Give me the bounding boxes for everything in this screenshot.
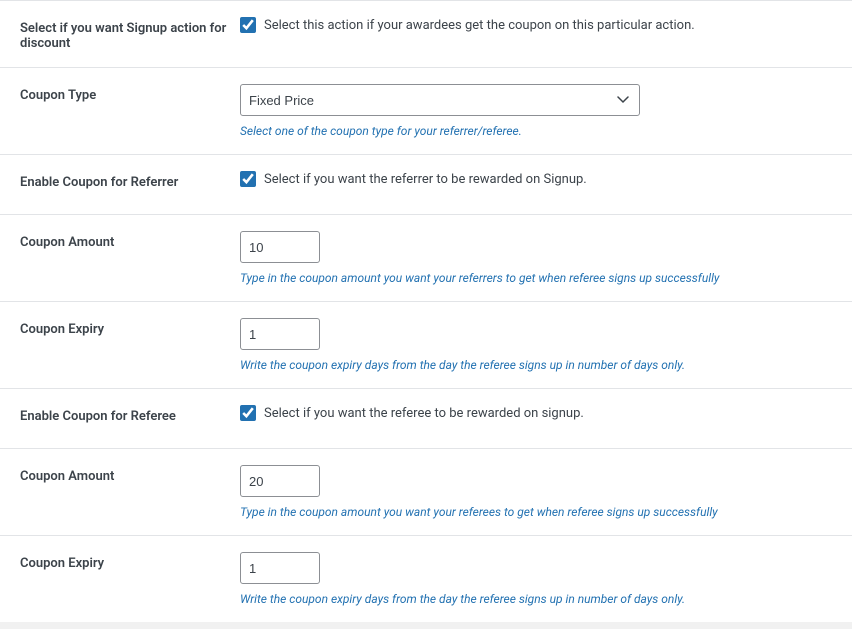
hint-coupon-amount-referee: Type in the coupon amount you want your … (240, 505, 832, 519)
checkbox-enable-coupon-referrer[interactable] (240, 171, 256, 187)
settings-row-coupon-expiry-referrer: Coupon Expiry Write the coupon expiry day… (0, 302, 852, 389)
settings-table: Select if you want Signup action for dis… (0, 0, 852, 622)
input-coupon-expiry-referee[interactable] (240, 552, 320, 584)
hint-coupon-amount-referrer: Type in the coupon amount you want your … (240, 271, 832, 285)
label-coupon-amount-referee: Coupon Amount (20, 465, 240, 484)
label-enable-coupon-referrer: Enable Coupon for Referrer (20, 171, 240, 190)
control-col-enable-coupon-referrer: Select if you want the referrer to be re… (240, 171, 832, 187)
label-coupon-expiry-referrer: Coupon Expiry (20, 318, 240, 337)
settings-row-enable-coupon-referee: Enable Coupon for Referee Select if you w… (0, 389, 852, 449)
settings-row-coupon-amount-referee: Coupon Amount Type in the coupon amount y… (0, 449, 852, 536)
control-row-enable-coupon-referee: Select if you want the referee to be rew… (240, 405, 832, 421)
checkbox-signup-action[interactable] (240, 17, 256, 33)
label-signup-action: Select if you want Signup action for dis… (20, 17, 240, 51)
settings-row-coupon-expiry-referee: Coupon Expiry Write the coupon expiry day… (0, 536, 852, 622)
checkbox-label-enable-coupon-referrer: Select if you want the referrer to be re… (264, 172, 587, 187)
control-col-coupon-amount-referrer: Type in the coupon amount you want your … (240, 231, 832, 285)
input-coupon-amount-referrer[interactable] (240, 231, 320, 263)
control-col-coupon-amount-referee: Type in the coupon amount you want your … (240, 465, 832, 519)
label-coupon-expiry-referee: Coupon Expiry (20, 552, 240, 571)
checkbox-label-signup-action: Select this action if your awardees get … (264, 18, 695, 33)
control-col-signup-action: Select this action if your awardees get … (240, 17, 832, 33)
hint-coupon-expiry-referrer: Write the coupon expiry days from the da… (240, 358, 832, 372)
hint-coupon-type: Select one of the coupon type for your r… (240, 124, 832, 138)
settings-row-signup-action: Select if you want Signup action for dis… (0, 1, 852, 68)
control-row-signup-action: Select this action if your awardees get … (240, 17, 832, 33)
label-coupon-amount-referrer: Coupon Amount (20, 231, 240, 250)
select-coupon-type[interactable]: Fixed PricePercentage (240, 84, 640, 116)
input-coupon-expiry-referrer[interactable] (240, 318, 320, 350)
settings-row-coupon-type: Coupon TypeFixed PricePercentage Select o… (0, 68, 852, 155)
control-col-enable-coupon-referee: Select if you want the referee to be rew… (240, 405, 832, 421)
hint-coupon-expiry-referee: Write the coupon expiry days from the da… (240, 592, 832, 606)
label-enable-coupon-referee: Enable Coupon for Referee (20, 405, 240, 424)
control-col-coupon-type: Fixed PricePercentage Select one of the c… (240, 84, 832, 138)
control-col-coupon-expiry-referrer: Write the coupon expiry days from the da… (240, 318, 832, 372)
control-row-enable-coupon-referrer: Select if you want the referrer to be re… (240, 171, 832, 187)
settings-row-enable-coupon-referrer: Enable Coupon for Referrer Select if you … (0, 155, 852, 215)
settings-row-coupon-amount-referrer: Coupon Amount Type in the coupon amount y… (0, 215, 852, 302)
label-coupon-type: Coupon Type (20, 84, 240, 103)
checkbox-label-enable-coupon-referee: Select if you want the referee to be rew… (264, 406, 584, 421)
input-coupon-amount-referee[interactable] (240, 465, 320, 497)
checkbox-enable-coupon-referee[interactable] (240, 405, 256, 421)
control-col-coupon-expiry-referee: Write the coupon expiry days from the da… (240, 552, 832, 606)
